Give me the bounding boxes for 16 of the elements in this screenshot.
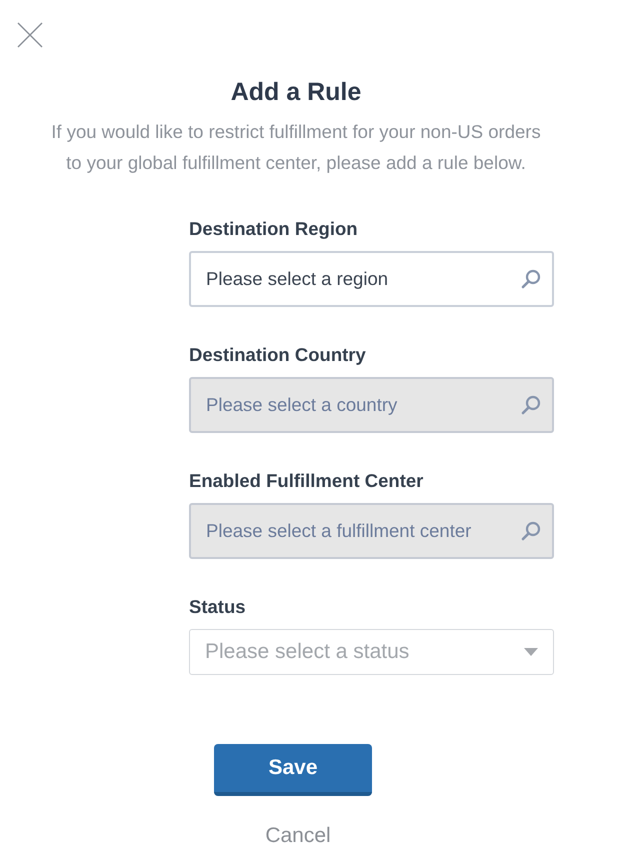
search-icon [521, 521, 541, 541]
dialog-title: Add a Rule [230, 77, 362, 107]
search-icon [521, 269, 541, 289]
field-label: Status [189, 596, 247, 618]
field-label: Destination Country [189, 344, 367, 366]
caret-icon [524, 648, 538, 656]
field-label: Destination Region [189, 218, 359, 240]
close-button[interactable] [17, 22, 43, 48]
cancel-link[interactable]: Cancel [265, 824, 331, 847]
search-icon [521, 395, 541, 415]
save-button[interactable]: Save [214, 744, 372, 796]
status-dropdown[interactable]: Please select a status [189, 629, 554, 675]
dialog-description: If you would like to restrict fulfillment for your non-US orders to your global fulfillment center, please add a rule below. [50, 120, 542, 175]
close-icon [17, 22, 43, 48]
field-label: Enabled Fulfillment Center [189, 470, 424, 492]
search-field[interactable]: Please select a region [189, 251, 554, 307]
